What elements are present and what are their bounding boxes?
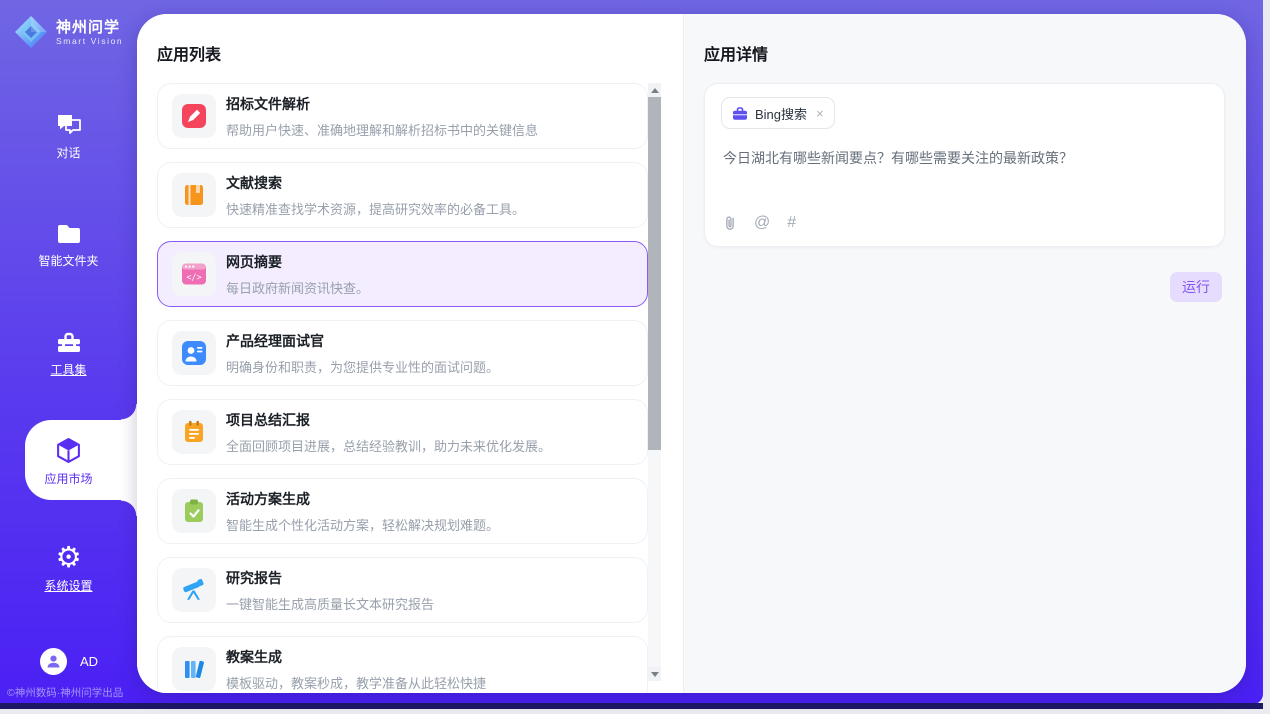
- tool-chip-bing-search[interactable]: Bing搜索 ×: [721, 97, 835, 129]
- sidebar-item-label: 智能文件夹: [38, 252, 98, 269]
- copyright-footer: ©神州数码·神州问学出品: [7, 685, 137, 700]
- diamond-logo-icon: [14, 15, 48, 49]
- bubble-concave-top: [121, 404, 137, 420]
- app-item-lesson-plan[interactable]: 教案生成 模板驱动，教案秒成，教学准备从此轻松快捷: [157, 636, 648, 693]
- attachment-icon[interactable]: [723, 214, 737, 232]
- person-icon: [45, 653, 62, 670]
- app-item-title: 产品经理面试官: [226, 331, 499, 351]
- query-input[interactable]: 今日湖北有哪些新闻要点？有哪些需要关注的最新政策？: [723, 148, 1206, 168]
- tool-chip-label: Bing搜索: [755, 104, 807, 123]
- app-item-desc: 智能生成个性化活动方案，轻松解决规划难题。: [226, 515, 499, 534]
- sidebar-item-app-market[interactable]: 应用市场: [0, 437, 137, 487]
- close-icon[interactable]: ×: [816, 106, 824, 121]
- user-account[interactable]: AD: [40, 648, 98, 675]
- main-content: 应用列表 招标文件解析 帮助用户快速、准确地理解和解析招标书中的关键信息: [137, 14, 1246, 693]
- sidebar-item-label: 系统设置: [44, 577, 92, 594]
- input-toolbar: @ #: [723, 214, 796, 232]
- app-item-title: 网页摘要: [226, 252, 369, 272]
- mention-icon[interactable]: @: [754, 215, 770, 231]
- brand-name: 神州问学: [56, 19, 123, 36]
- sidebar-item-label: 对话: [56, 144, 80, 161]
- app-detail-title: 应用详情: [704, 41, 768, 65]
- book-icon: [172, 173, 216, 217]
- cube-icon: [55, 437, 82, 464]
- sidebar-item-label: 应用市场: [44, 470, 92, 487]
- briefcase-icon: [732, 106, 748, 121]
- app-item-literature-search[interactable]: 文献搜索 快速精准查找学术资源，提高研究效率的必备工具。: [157, 162, 648, 228]
- app-item-desc: 帮助用户快速、准确地理解和解析招标书中的关键信息: [226, 120, 538, 139]
- scrollbar[interactable]: [648, 83, 661, 681]
- sidebar-item-chat[interactable]: 对话: [0, 112, 137, 161]
- brand-logo: 神州问学 Smart Vision: [14, 15, 123, 49]
- app-item-research-report[interactable]: 研究报告 一键智能生成高质量长文本研究报告: [157, 557, 648, 623]
- scroll-up-icon[interactable]: [648, 83, 661, 97]
- app-item-desc: 明确身份和职责，为您提供专业性的面试问题。: [226, 357, 499, 376]
- app-item-title: 研究报告: [226, 568, 434, 588]
- app-list: 招标文件解析 帮助用户快速、准确地理解和解析招标书中的关键信息 文献搜索: [157, 83, 648, 693]
- sidebar-item-toolset[interactable]: 工具集: [0, 330, 137, 378]
- bubble-concave-bottom: [121, 500, 137, 516]
- app-item-web-summary[interactable]: </> 网页摘要 每日政府新闻资讯快查。: [157, 241, 648, 307]
- app-item-pm-interviewer[interactable]: 产品经理面试官 明确身份和职责，为您提供专业性的面试问题。: [157, 320, 648, 386]
- app-item-title: 活动方案生成: [226, 489, 499, 509]
- gear-icon: ⚙: [56, 543, 82, 571]
- window-bottom-edge: [0, 703, 1263, 709]
- app-item-bid-analysis[interactable]: 招标文件解析 帮助用户快速、准确地理解和解析招标书中的关键信息: [157, 83, 648, 149]
- sidebar-item-label: 工具集: [50, 361, 86, 378]
- query-card: Bing搜索 × 今日湖北有哪些新闻要点？有哪些需要关注的最新政策？ @ #: [704, 83, 1225, 247]
- svg-text:</>: </>: [186, 273, 201, 283]
- interviewer-icon: [172, 331, 216, 375]
- run-button[interactable]: 运行: [1170, 272, 1222, 302]
- app-item-title: 教案生成: [226, 647, 486, 667]
- app-list-panel: 应用列表 招标文件解析 帮助用户快速、准确地理解和解析招标书中的关键信息: [137, 14, 683, 693]
- notepad-icon: [172, 410, 216, 454]
- app-detail-panel: 应用详情 Bing搜索 × 今日湖北有哪些新闻要点？有哪些需要关注的最新政策？: [683, 14, 1246, 693]
- app-item-project-summary[interactable]: 项目总结汇报 全面回顾项目进展，总结经验教训，助力未来优化发展。: [157, 399, 648, 465]
- app-item-title: 文献搜索: [226, 173, 525, 193]
- folder-icon: [55, 222, 83, 246]
- app-item-desc: 模板驱动，教案秒成，教学准备从此轻松快捷: [226, 673, 486, 692]
- app-item-activity-plan[interactable]: 活动方案生成 智能生成个性化活动方案，轻松解决规划难题。: [157, 478, 648, 544]
- telescope-icon: [172, 568, 216, 612]
- app-item-desc: 快速精准查找学术资源，提高研究效率的必备工具。: [226, 199, 525, 218]
- app-item-title: 项目总结汇报: [226, 410, 551, 430]
- browser-code-icon: </>: [172, 252, 216, 296]
- sidebar-item-smart-folder[interactable]: 智能文件夹: [0, 222, 137, 269]
- books-icon: [172, 647, 216, 691]
- toolbox-icon: [55, 330, 83, 355]
- hash-icon[interactable]: #: [787, 215, 796, 231]
- chat-icon: [55, 112, 83, 138]
- sidebar: 神州问学 Smart Vision 对话 智能文件夹: [0, 0, 137, 703]
- app-item-desc: 全面回顾项目进展，总结经验教训，助力未来优化发展。: [226, 436, 551, 455]
- clipboard-check-icon: [172, 489, 216, 533]
- user-initials: AD: [80, 654, 98, 669]
- app-item-desc: 一键智能生成高质量长文本研究报告: [226, 594, 434, 613]
- brand-subtitle: Smart Vision: [56, 36, 123, 46]
- app-item-title: 招标文件解析: [226, 94, 538, 114]
- avatar: [40, 648, 67, 675]
- app-list-title: 应用列表: [157, 41, 221, 65]
- scroll-down-icon[interactable]: [648, 667, 661, 681]
- edit-icon: [172, 94, 216, 138]
- scrollbar-thumb[interactable]: [648, 97, 661, 450]
- app-item-desc: 每日政府新闻资讯快查。: [226, 278, 369, 297]
- sidebar-item-settings[interactable]: ⚙ 系统设置: [0, 543, 137, 594]
